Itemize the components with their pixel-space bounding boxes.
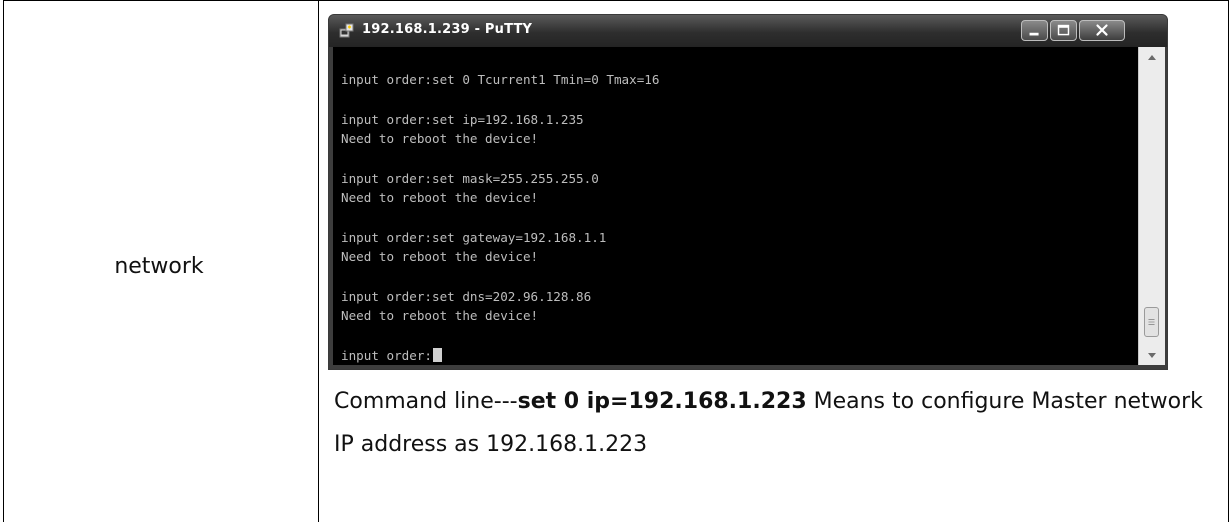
putty-icon <box>339 23 354 38</box>
terminal-area[interactable]: input order:set 0 Tcurrent1 Tmin=0 Tmax=… <box>333 47 1138 365</box>
maximize-button[interactable] <box>1050 20 1077 41</box>
row-label-cell: network <box>0 0 318 522</box>
window-title: 192.168.1.239 - PuTTY <box>362 22 533 37</box>
putty-titlebar[interactable]: 192.168.1.239 - PuTTY <box>329 15 1167 47</box>
terminal-line: Need to reboot the device! <box>341 249 539 264</box>
terminal-prompt-line: input order: <box>341 348 442 363</box>
table-right-border <box>1228 0 1229 522</box>
command-description: Command line---set 0 ip=192.168.1.223 Me… <box>334 380 1214 466</box>
maximize-icon <box>1057 24 1070 36</box>
description-command: set 0 ip=192.168.1.223 <box>517 389 807 414</box>
scrollbar-thumb[interactable] <box>1144 307 1159 337</box>
row-label: network <box>114 253 204 279</box>
minimize-button[interactable] <box>1021 20 1048 41</box>
terminal-line: input order:set dns=202.96.128.86 <box>341 289 592 304</box>
terminal-line: input order:set gateway=192.168.1.1 <box>341 230 607 245</box>
terminal-prompt: input order: <box>341 348 432 363</box>
terminal-line: input order:set mask=255.255.255.0 <box>341 171 599 186</box>
putty-window[interactable]: 192.168.1.239 - PuTTY input order:set 0 … <box>328 14 1168 370</box>
vertical-scrollbar[interactable] <box>1138 47 1165 365</box>
terminal-line: Need to reboot the device! <box>341 131 539 146</box>
terminal-line: Need to reboot the device! <box>341 190 539 205</box>
scroll-down-arrow-icon[interactable] <box>1139 345 1165 365</box>
scroll-up-arrow-icon[interactable] <box>1139 47 1165 67</box>
minimize-icon <box>1029 32 1039 36</box>
table-column-divider <box>318 0 319 522</box>
terminal-line: input order:set ip=192.168.1.235 <box>341 112 584 127</box>
close-button[interactable] <box>1079 20 1125 41</box>
description-prefix: Command line--- <box>334 389 518 414</box>
grip-icon <box>1148 318 1155 326</box>
terminal-line: input order:set 0 Tcurrent1 Tmin=0 Tmax=… <box>341 72 660 87</box>
terminal-line: Need to reboot the device! <box>341 308 539 323</box>
terminal-cursor <box>433 348 442 362</box>
close-icon <box>1096 24 1108 36</box>
